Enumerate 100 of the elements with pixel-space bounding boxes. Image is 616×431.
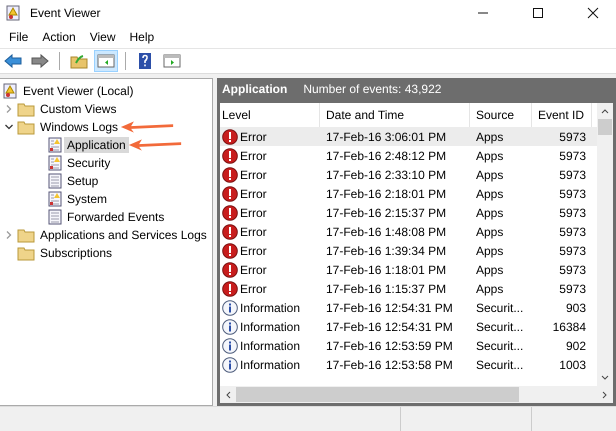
level-text: Information [240, 320, 300, 334]
table-row[interactable]: Error 17-Feb-16 2:33:10 PM Apps 5973 [220, 165, 597, 184]
table-row[interactable]: Information 17-Feb-16 12:53:58 PM Securit... 1003 [220, 355, 597, 374]
table-cell-text: 17-Feb-16 3:06:01 PM [325, 130, 448, 144]
table-cell-text: 17-Feb-16 2:48:12 PM [325, 148, 448, 162]
log-icon [2, 83, 18, 99]
table-cell-text: 5973 [558, 148, 587, 162]
table-cell-text: 1003 [558, 358, 587, 372]
table-row[interactable]: Error 17-Feb-16 1:15:37 PM Apps 5973 [220, 279, 597, 298]
table-cell-text: 5973 [558, 130, 587, 144]
level-text: Error [240, 282, 267, 296]
folder-icon [17, 119, 35, 135]
level-text: Information [240, 338, 300, 352]
log-icon [48, 155, 62, 171]
table-cell-text: 5973 [558, 262, 587, 276]
table-cell-text: 5973 [558, 168, 587, 182]
window-title: Event Viewer [30, 6, 100, 20]
close-icon[interactable] [587, 7, 599, 19]
level-text: Error [240, 168, 267, 182]
table-cell-text: 5973 [558, 282, 587, 296]
level-text: Error [240, 262, 267, 276]
scroll-down-icon[interactable] [600, 374, 610, 382]
table-cell-text: 5973 [558, 206, 587, 220]
menu-item[interactable]: Action [35, 30, 83, 44]
table-cell-text: Apps [475, 186, 504, 200]
tree-item[interactable]: Windows Logs [37, 119, 122, 135]
scroll-right-icon[interactable] [601, 390, 609, 400]
help-icon [136, 53, 154, 69]
maximize-icon[interactable] [532, 7, 544, 19]
right-arrow-icon [31, 53, 49, 69]
left-arrow-icon [4, 53, 22, 69]
log-icon [48, 173, 62, 189]
folder-icon [17, 227, 35, 243]
tree-item[interactable]: Setup [64, 173, 102, 189]
table-cell-text: 17-Feb-16 12:54:31 PM [325, 320, 454, 334]
table-cell-text: Apps [475, 262, 504, 276]
level-text: Error [240, 206, 267, 220]
event-count: Number of events: 43,922 [303, 82, 442, 96]
table-cell-text: 17-Feb-16 1:39:34 PM [325, 244, 448, 258]
menu-item[interactable]: File [2, 30, 36, 44]
folder-icon [70, 53, 88, 69]
table-cell-text: 5973 [558, 244, 587, 258]
menu-item[interactable]: View [82, 30, 122, 44]
table-cell-text: 16384 [552, 320, 587, 334]
expand-icon[interactable] [4, 230, 14, 240]
level-text: Error [240, 148, 267, 162]
table-cell-text: Apps [475, 130, 504, 144]
table-cell-text: Securit... [475, 320, 524, 334]
table-cell-text: 17-Feb-16 2:15:37 PM [325, 206, 448, 220]
level-text: Error [240, 224, 267, 238]
table-row[interactable]: Information 17-Feb-16 12:54:31 PM Securit... 16384 [220, 317, 597, 336]
tree-item[interactable]: Subscriptions [37, 245, 116, 261]
scroll-thumb[interactable] [236, 387, 519, 402]
table-row[interactable]: Information 17-Feb-16 12:53:59 PM Securit... 902 [220, 336, 597, 355]
tree-item[interactable]: Forwarded Events [64, 209, 168, 225]
table-cell-text: 17-Feb-16 12:53:58 PM [325, 358, 454, 372]
table-cell-text: 17-Feb-16 1:15:37 PM [325, 282, 448, 296]
table-cell-text: 17-Feb-16 12:54:31 PM [325, 300, 454, 314]
level-text: Error [240, 186, 267, 200]
pane-icon [163, 53, 181, 69]
vertical-scrollbar[interactable] [597, 103, 613, 386]
table-cell-text: Apps [475, 282, 504, 296]
table-cell-text: Apps [475, 168, 504, 182]
level-text: Information [240, 358, 300, 372]
folder-icon [17, 101, 35, 117]
tree-item[interactable]: System [64, 191, 110, 207]
table-cell-text: Apps [475, 224, 504, 238]
table-row[interactable]: Error 17-Feb-16 3:06:01 PM Apps 5973 [220, 127, 597, 146]
table-cell-text: Securit... [475, 300, 524, 314]
tree-item[interactable]: Custom Views [37, 101, 120, 117]
table-cell-text: 902 [564, 338, 587, 352]
tree-item[interactable]: Application [64, 137, 129, 153]
pane-icon [97, 53, 115, 69]
table-cell-text: 5973 [558, 186, 587, 200]
collapse-icon[interactable] [4, 122, 14, 132]
log-icon [48, 191, 62, 207]
level-text: Error [240, 130, 267, 144]
menu-item[interactable]: Help [122, 30, 162, 44]
folder-icon [17, 245, 35, 261]
table-cell-text: 17-Feb-16 1:48:08 PM [325, 224, 448, 238]
scroll-left-icon[interactable] [224, 390, 232, 400]
table-row[interactable]: Error 17-Feb-16 2:48:12 PM Apps 5973 [220, 146, 597, 165]
table-row[interactable]: Error 17-Feb-16 2:15:37 PM Apps 5973 [220, 203, 597, 222]
tree-item[interactable]: Applications and Services Logs [37, 227, 210, 243]
tree-item[interactable]: Security [64, 155, 114, 171]
table-row[interactable]: Error 17-Feb-16 1:39:34 PM Apps 5973 [220, 241, 597, 260]
table-cell-text: 17-Feb-16 2:18:01 PM [325, 186, 448, 200]
horizontal-scrollbar[interactable] [220, 386, 613, 403]
scroll-thumb[interactable] [598, 119, 612, 135]
scroll-up-icon[interactable] [600, 107, 610, 115]
table-cell-text: Securit... [475, 338, 524, 352]
table-row[interactable]: Error 17-Feb-16 1:48:08 PM Apps 5973 [220, 222, 597, 241]
table-cell-text: 17-Feb-16 2:33:10 PM [325, 168, 448, 182]
pane-title: Application [222, 82, 288, 96]
table-row[interactable]: Error 17-Feb-16 1:18:01 PM Apps 5973 [220, 260, 597, 279]
table-row[interactable]: Information 17-Feb-16 12:54:31 PM Securit... 903 [220, 298, 597, 317]
pane-button[interactable] [94, 50, 118, 72]
table-row[interactable]: Error 17-Feb-16 2:18:01 PM Apps 5973 [220, 184, 597, 203]
tree-item[interactable]: Event Viewer (Local) [20, 83, 136, 99]
expand-icon[interactable] [4, 104, 14, 114]
